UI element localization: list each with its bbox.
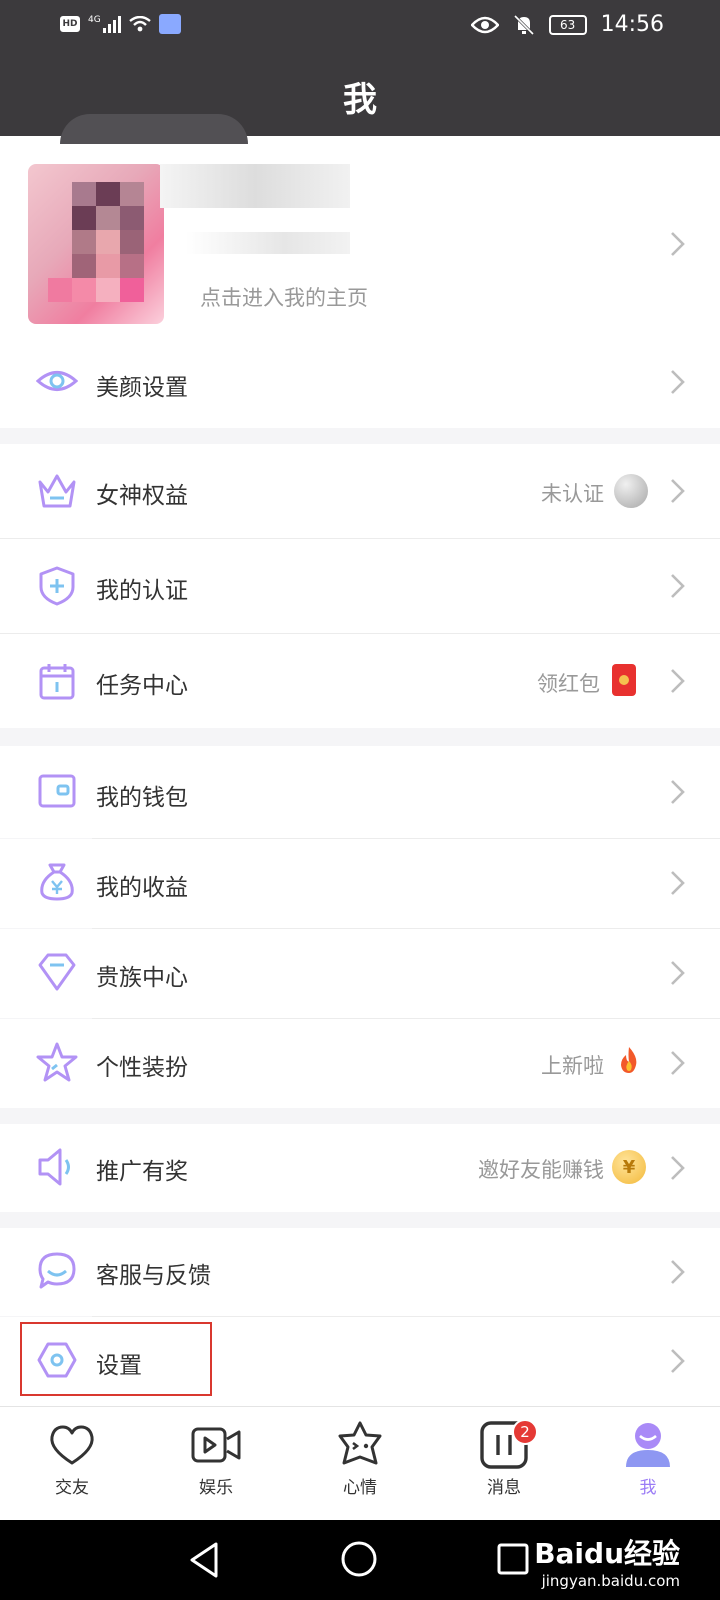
user-icon	[626, 1423, 670, 1467]
mood-star-icon	[338, 1421, 382, 1465]
chevron-right-icon	[671, 370, 685, 394]
userid-blurred	[186, 232, 350, 254]
chevron-right-icon	[671, 669, 685, 693]
speaker-icon	[38, 1148, 70, 1186]
watermark: Baidu经验 jingyan.baidu.com	[534, 1532, 680, 1590]
menu-label: 我的收益	[96, 875, 188, 901]
bottom-nav: 交友 娱乐 心情 2 消息 我	[0, 1406, 720, 1520]
menu-extra: 邀好友能赚钱	[478, 1158, 604, 1182]
mute-bell-icon	[513, 14, 534, 35]
calendar-icon	[39, 664, 75, 700]
menu-label: 贵族中心	[96, 965, 188, 991]
section-gap	[0, 1108, 720, 1124]
menu-label: 个性装扮	[96, 1055, 188, 1081]
chevron-right-icon	[671, 1051, 685, 1075]
wallet-icon	[38, 774, 76, 808]
nav-tab-me[interactable]: 我	[598, 1419, 698, 1498]
avatar[interactable]	[28, 164, 164, 324]
status-time: 14:56	[600, 12, 664, 37]
menu-item-tasks[interactable]: 任务中心 领红包	[0, 634, 720, 728]
chevron-right-icon	[671, 1156, 685, 1180]
settings-highlight-box	[20, 1322, 212, 1396]
menu-extra: 未认证	[541, 482, 604, 506]
chevron-right-icon	[671, 780, 685, 804]
nav-tab-mood[interactable]: 心情	[310, 1419, 410, 1498]
shield-icon	[39, 566, 75, 606]
menu-label: 客服与反馈	[96, 1263, 211, 1289]
profile-tab-decoration	[60, 114, 248, 144]
system-nav-bar: Baidu经验 jingyan.baidu.com	[0, 1520, 720, 1600]
section-gap	[0, 728, 720, 746]
status-left: HD 4G	[60, 14, 181, 34]
menu-item-wallet[interactable]: 我的钱包	[0, 746, 720, 838]
menu-label: 我的钱包	[96, 785, 188, 811]
nav-label: 消息	[487, 1478, 521, 1498]
chat-bubble-icon	[38, 1252, 76, 1289]
watermark-sub: jingyan.baidu.com	[541, 1572, 680, 1590]
uncertified-badge-icon	[614, 474, 648, 508]
menu-label: 推广有奖	[96, 1159, 188, 1185]
video-camera-icon	[191, 1427, 241, 1463]
menu-item-noble[interactable]: 贵族中心	[0, 929, 720, 1018]
coin-icon: ¥	[612, 1150, 646, 1184]
recent-apps-icon[interactable]	[496, 1542, 530, 1576]
nav-label: 娱乐	[199, 1478, 233, 1498]
nav-tab-messages[interactable]: 2 消息	[454, 1419, 554, 1498]
menu-label: 我的认证	[96, 578, 188, 604]
chevron-right-icon	[671, 1260, 685, 1284]
profile-card[interactable]: 点击进入我的主页	[0, 114, 720, 336]
chevron-right-icon	[671, 961, 685, 985]
nav-label: 交友	[55, 1478, 89, 1498]
status-bar: HD 4G 63 14:56	[0, 0, 720, 52]
menu-label: 女神权益	[96, 483, 188, 509]
app-notification-icon	[158, 14, 181, 34]
unread-badge: 2	[512, 1419, 538, 1445]
menu-label: 任务中心	[96, 673, 188, 699]
menu-extra: 领红包	[537, 672, 600, 696]
money-bag-icon	[40, 863, 74, 901]
watermark-main: Baidu经验	[534, 1537, 680, 1570]
red-envelope-icon	[612, 664, 636, 696]
nav-tab-entertainment[interactable]: 娱乐	[166, 1419, 266, 1498]
menu-item-promo[interactable]: 推广有奖 邀好友能赚钱 ¥	[0, 1124, 720, 1212]
wifi-icon	[128, 16, 151, 32]
nav-label: 我	[639, 1478, 657, 1498]
menu-item-service[interactable]: 客服与反馈	[0, 1228, 720, 1316]
back-icon[interactable]	[186, 1540, 222, 1580]
menu-item-goddess[interactable]: 女神权益 未认证	[0, 444, 720, 538]
star-icon	[36, 1042, 78, 1082]
profile-hint: 点击进入我的主页	[200, 286, 368, 310]
menu-label: 美颜设置	[96, 375, 188, 401]
chevron-right-icon	[671, 574, 685, 598]
menu-item-certify[interactable]: 我的认证	[0, 539, 720, 633]
fire-icon	[621, 1047, 637, 1073]
chevron-right-icon	[671, 479, 685, 503]
menu-item-income[interactable]: 我的收益	[0, 839, 720, 928]
chevron-right-icon	[671, 1349, 685, 1373]
section-gap	[0, 1212, 720, 1228]
chevron-right-icon	[671, 871, 685, 895]
battery-icon: 63	[548, 14, 587, 35]
menu-item-beauty[interactable]: 美颜设置	[0, 336, 720, 428]
eye-icon	[36, 371, 78, 391]
signal-icon: 4G	[88, 15, 121, 33]
crown-icon	[38, 474, 76, 508]
heart-icon	[50, 1425, 94, 1465]
section-gap	[0, 428, 720, 444]
diamond-icon	[38, 953, 76, 991]
menu-item-dress[interactable]: 个性装扮 上新啦	[0, 1019, 720, 1108]
chevron-right-icon	[671, 232, 685, 256]
nav-tab-friends[interactable]: 交友	[22, 1419, 122, 1498]
eye-icon	[470, 16, 499, 33]
status-right: 63 14:56	[470, 12, 664, 37]
menu-extra: 上新啦	[541, 1054, 604, 1078]
username-blurred	[160, 164, 350, 208]
nav-label: 心情	[343, 1478, 377, 1498]
home-icon[interactable]	[340, 1540, 378, 1578]
hd-icon: HD	[60, 16, 80, 32]
